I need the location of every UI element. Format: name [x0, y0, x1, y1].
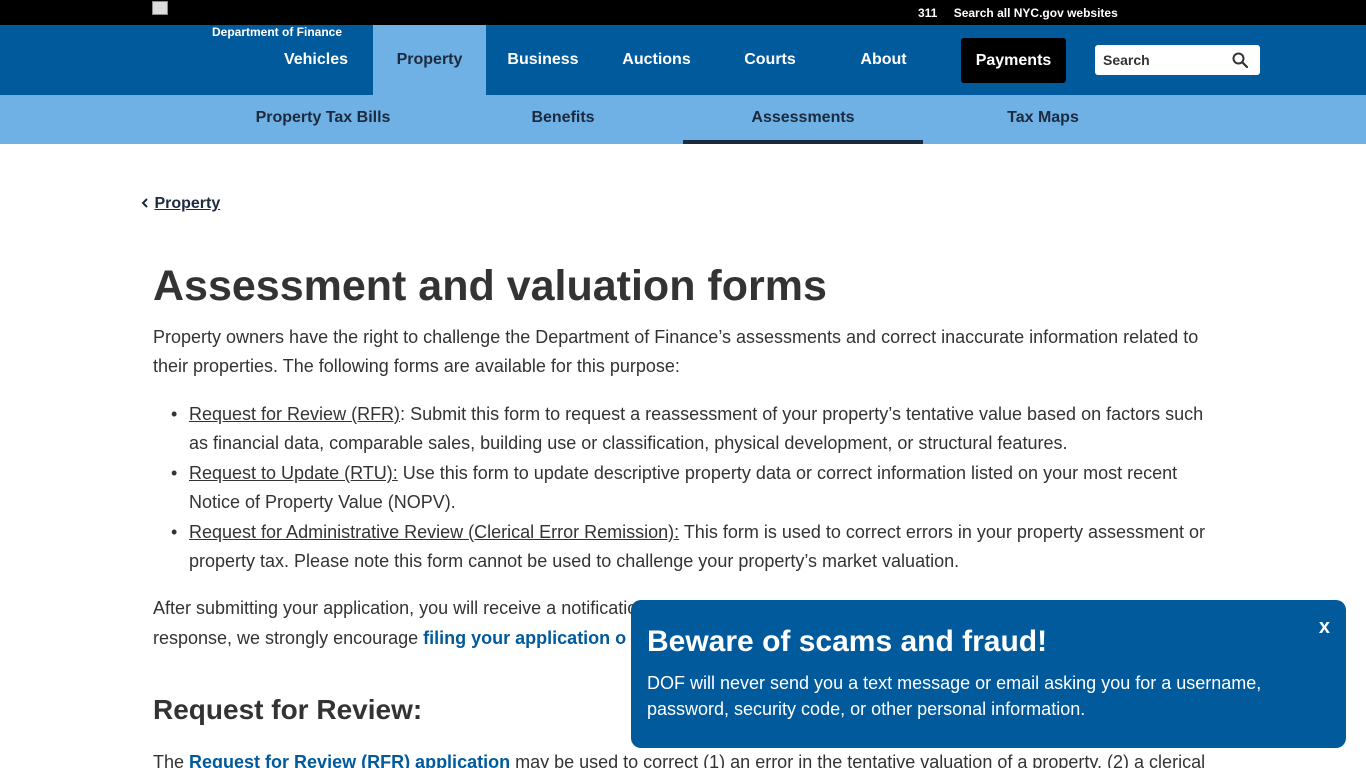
subnav-assessments[interactable]: Assessments — [683, 95, 923, 144]
link-311[interactable]: 311 — [918, 6, 937, 20]
nav-courts[interactable]: Courts — [713, 25, 827, 95]
link-rfr-application[interactable]: Request for Review (RFR) application — [189, 752, 510, 768]
rfr-description-paragraph: The Request for Review (RFR) application… — [153, 748, 1223, 768]
subnav-benefits[interactable]: Benefits — [443, 95, 683, 144]
nav-business[interactable]: Business — [486, 25, 600, 95]
list-item: Request for Review (RFR): Submit this fo… — [171, 400, 1209, 458]
link-request-to-update[interactable]: Request to Update (RTU): — [189, 463, 398, 483]
nav-vehicles[interactable]: Vehicles — [259, 25, 373, 95]
search-icon[interactable] — [1232, 52, 1248, 68]
rfr-prefix: The — [153, 752, 190, 768]
alert-body: DOF will never send you a text message o… — [647, 673, 1262, 719]
link-request-for-review[interactable]: Request for Review (RFR) — [189, 404, 400, 424]
sub-navigation: Property Tax Bills Benefits Assessments … — [0, 95, 1366, 144]
page-title: Assessment and valuation forms — [153, 262, 827, 310]
alert-title: Beware of scams and fraud! — [647, 625, 1048, 658]
utility-links: 311 Search all NYC.gov websites — [918, 6, 1131, 20]
scam-alert-popup: Beware of scams and fraud! DOF will neve… — [631, 600, 1346, 748]
nav-property[interactable]: Property — [373, 25, 486, 95]
section-heading-request-for-review: Request for Review: — [153, 694, 423, 725]
search-box — [1095, 45, 1260, 75]
search-input[interactable] — [1095, 45, 1225, 75]
subnav-property-tax-bills[interactable]: Property Tax Bills — [203, 95, 443, 144]
nyc-logo-image[interactable] — [152, 1, 168, 15]
link-search-all-nyc[interactable]: Search all NYC.gov websites — [954, 6, 1118, 20]
nav-auctions[interactable]: Auctions — [600, 25, 713, 95]
link-filing-application-online[interactable]: filing your application o — [423, 628, 626, 648]
list-item: Request to Update (RTU): Use this form t… — [171, 459, 1209, 517]
link-administrative-review[interactable]: Request for Administrative Review (Cleri… — [189, 522, 679, 542]
subnav-tax-maps[interactable]: Tax Maps — [923, 95, 1163, 144]
intro-paragraph: Property owners have the right to challe… — [153, 327, 1199, 376]
nav-about[interactable]: About — [827, 25, 940, 95]
after-line-2-prefix: response, we strongly encourage — [153, 628, 424, 648]
chevron-left-icon — [141, 198, 148, 208]
top-utility-bar: 311 Search all NYC.gov websites — [0, 0, 1366, 25]
breadcrumb: Property — [140, 195, 220, 213]
breadcrumb-link-property[interactable]: Property — [154, 195, 220, 212]
rfr-suffix: may be used to correct (1) an error in t… — [510, 752, 1206, 768]
list-item: Request for Administrative Review (Cleri… — [171, 518, 1209, 576]
payments-button[interactable]: Payments — [961, 38, 1066, 83]
forms-list: Request for Review (RFR): Submit this fo… — [171, 400, 1209, 577]
main-navigation: Department of Finance Vehicles Property … — [0, 25, 1366, 95]
close-button[interactable]: x — [1319, 616, 1330, 639]
